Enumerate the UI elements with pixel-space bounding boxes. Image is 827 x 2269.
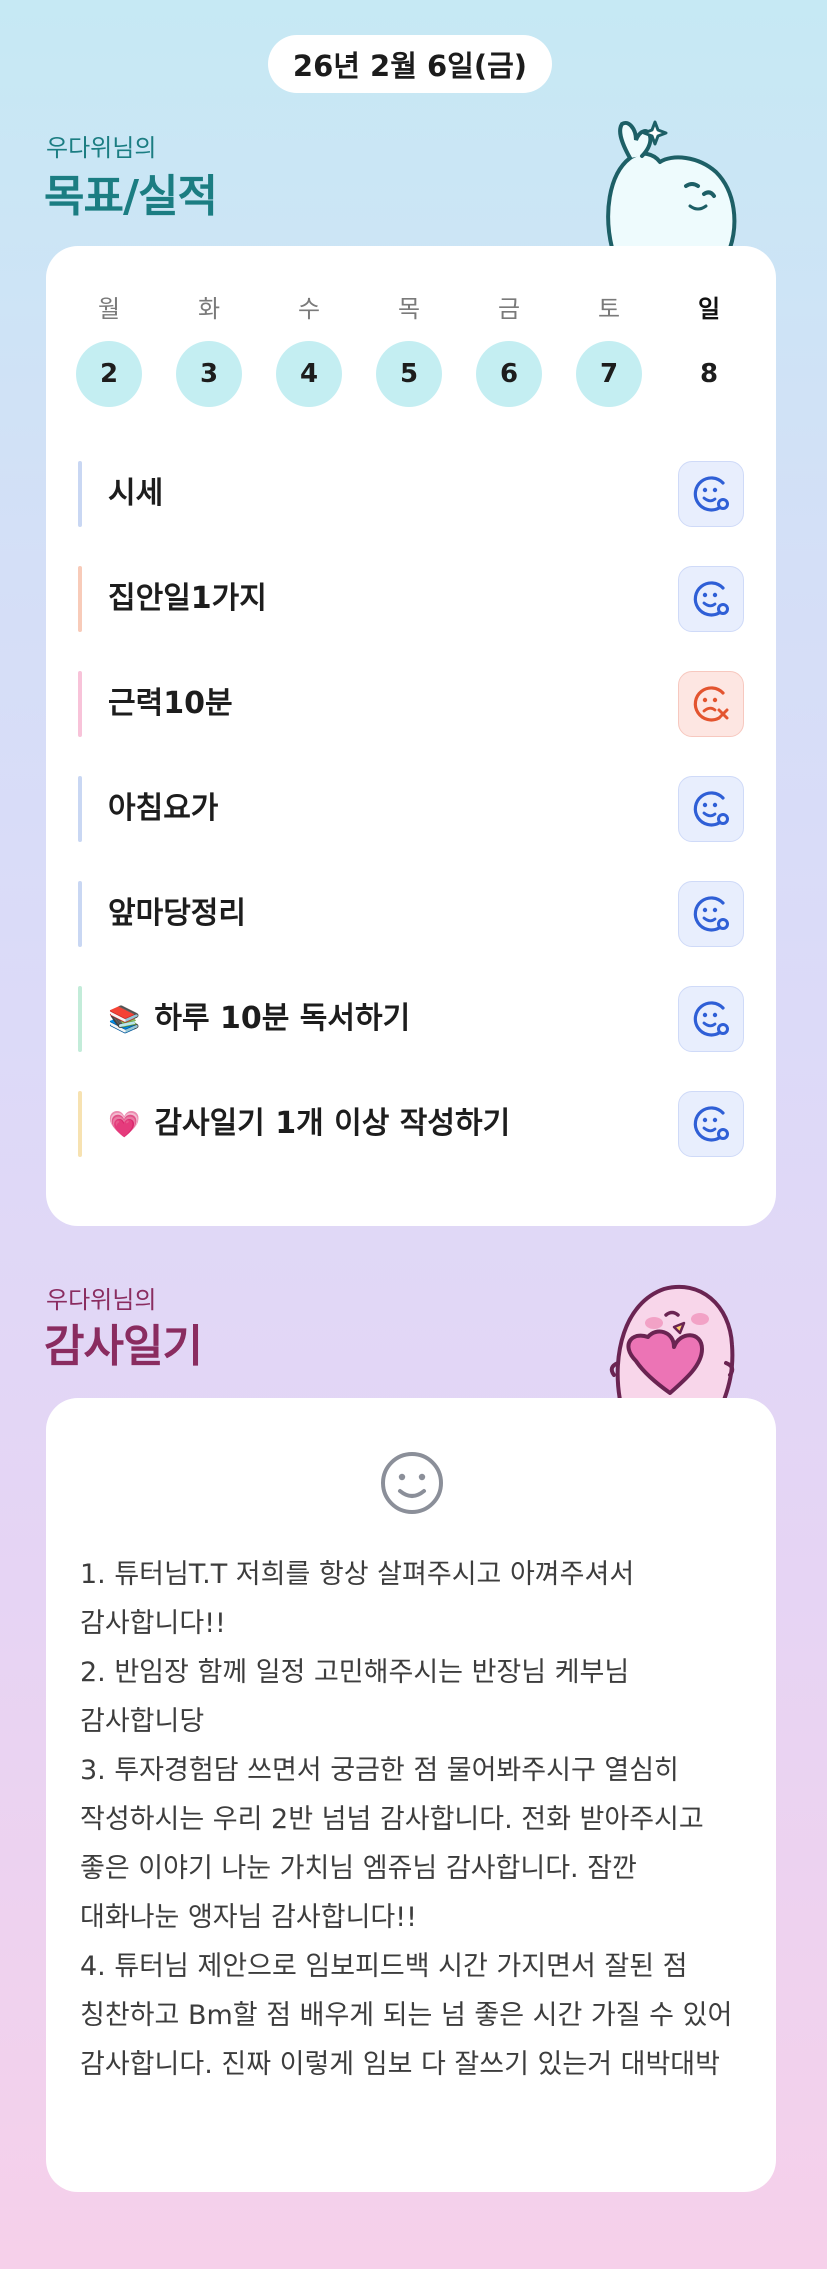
gratitude-diary-text: 1. 튜터님T.T 저희를 항상 살펴주시고 아껴주셔서 감사합니다!! 2. … bbox=[80, 1559, 733, 2080]
goal-color-bar bbox=[78, 671, 82, 737]
day-name: 화 bbox=[197, 295, 221, 323]
goal-label-row: 📚 하루 10분 독서하기 bbox=[108, 986, 410, 1052]
day-sat[interactable]: 토 7 bbox=[576, 294, 642, 407]
goal-item[interactable]: 앞마당정리 bbox=[78, 881, 744, 947]
day-number: 7 bbox=[576, 341, 642, 407]
goal-color-bar bbox=[78, 566, 82, 632]
goal-item[interactable]: 📚 하루 10분 독서하기 bbox=[78, 986, 744, 1052]
diary-card: 1. 튜터님T.T 저희를 항상 살펴주시고 아껴주셔서 감사합니다!! 2. … bbox=[46, 1398, 776, 2192]
day-name: 토 bbox=[597, 295, 621, 323]
goals-card: 월 2 화 3 수 4 목 5 금 6 토 7 일 8 시세 집안일1가지 근력… bbox=[46, 246, 776, 1226]
goal-label: 감사일기 1개 이상 작성하기 bbox=[154, 1106, 511, 1141]
smile-check-icon bbox=[693, 896, 729, 932]
goal-color-bar bbox=[78, 1091, 82, 1157]
week-strip: 월 2 화 3 수 4 목 5 금 6 토 7 일 8 bbox=[76, 294, 746, 407]
goal-status-button[interactable] bbox=[678, 671, 744, 737]
day-number: 5 bbox=[376, 341, 442, 407]
goal-status-button[interactable] bbox=[678, 461, 744, 527]
goal-item[interactable]: 집안일1가지 bbox=[78, 566, 744, 632]
goal-item[interactable]: 💗 감사일기 1개 이상 작성하기 bbox=[78, 1091, 744, 1157]
goal-label: 시세 bbox=[108, 476, 164, 511]
smile-check-icon bbox=[693, 1106, 729, 1142]
day-number: 3 bbox=[176, 341, 242, 407]
goal-label: 근력10분 bbox=[108, 686, 233, 721]
smile-check-icon bbox=[693, 476, 729, 512]
goal-item[interactable]: 시세 bbox=[78, 461, 744, 527]
goal-label: 집안일1가지 bbox=[108, 581, 267, 616]
goal-label-row: 💗 감사일기 1개 이상 작성하기 bbox=[108, 1091, 510, 1157]
goal-label: 앞마당정리 bbox=[108, 896, 246, 931]
goal-color-bar bbox=[78, 986, 82, 1052]
day-wed[interactable]: 수 4 bbox=[276, 294, 342, 407]
goal-color-bar bbox=[78, 461, 82, 527]
goal-label: 하루 10분 독서하기 bbox=[154, 1001, 411, 1036]
goal-status-button[interactable] bbox=[678, 566, 744, 632]
goals-owner-label: 우다위님의 bbox=[46, 134, 157, 162]
day-tue[interactable]: 화 3 bbox=[176, 294, 242, 407]
goal-status-button[interactable] bbox=[678, 1091, 744, 1157]
day-number: 6 bbox=[476, 341, 542, 407]
goal-label: 아침요가 bbox=[108, 791, 219, 826]
goals-section-title: 목표/실적 bbox=[44, 171, 218, 222]
goal-color-bar bbox=[78, 776, 82, 842]
goal-item[interactable]: 아침요가 bbox=[78, 776, 744, 842]
diary-section-title: 감사일기 bbox=[44, 1321, 203, 1372]
goal-status-button[interactable] bbox=[678, 986, 744, 1052]
day-name: 월 bbox=[97, 295, 121, 323]
heart-icon: 💗 bbox=[108, 1110, 141, 1140]
day-name: 수 bbox=[297, 295, 321, 323]
smile-check-icon bbox=[693, 1001, 729, 1037]
day-number: 2 bbox=[76, 341, 142, 407]
day-name: 일 bbox=[697, 295, 721, 323]
day-fri[interactable]: 금 6 bbox=[476, 294, 542, 407]
day-mon[interactable]: 월 2 bbox=[76, 294, 142, 407]
goal-item[interactable]: 근력10분 bbox=[78, 671, 744, 737]
smiley-icon bbox=[381, 1452, 443, 1514]
day-number: 4 bbox=[276, 341, 342, 407]
mascot-cheer-illustration bbox=[606, 120, 737, 250]
goal-color-bar bbox=[78, 881, 82, 947]
books-icon: 📚 bbox=[108, 1005, 141, 1035]
goal-status-button[interactable] bbox=[678, 881, 744, 947]
day-name: 금 bbox=[497, 295, 521, 323]
smile-check-icon bbox=[693, 581, 729, 617]
goal-status-button[interactable] bbox=[678, 776, 744, 842]
day-thu[interactable]: 목 5 bbox=[376, 294, 442, 407]
mascot-heart-illustration bbox=[609, 1284, 735, 1400]
date-pill[interactable]: 26년 2월 6일(금) bbox=[268, 35, 552, 93]
sad-x-icon bbox=[693, 686, 729, 722]
smile-check-icon bbox=[693, 791, 729, 827]
day-sun[interactable]: 일 8 bbox=[676, 294, 742, 407]
day-number: 8 bbox=[699, 359, 719, 389]
day-name: 목 bbox=[397, 295, 421, 323]
